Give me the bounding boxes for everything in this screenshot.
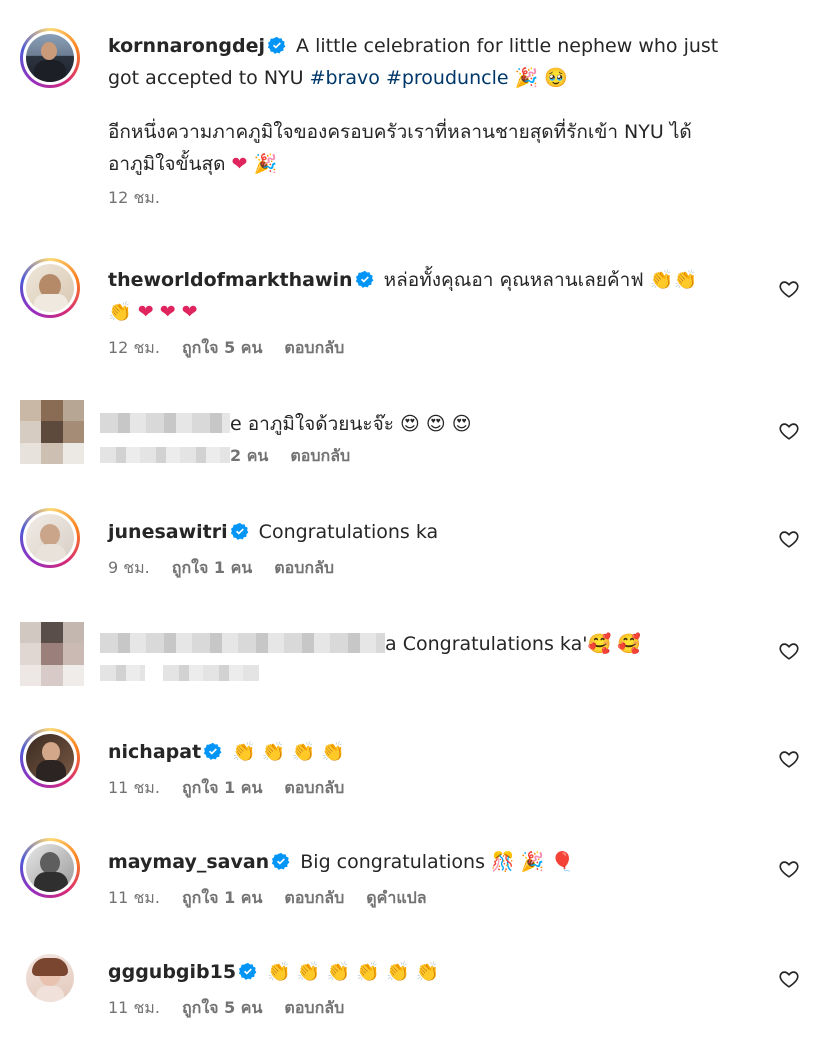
blurred-meta bbox=[100, 447, 230, 463]
post-username[interactable]: kornnarongdej bbox=[108, 35, 265, 57]
reply-button[interactable]: ตอบกลับ bbox=[284, 998, 344, 1017]
avatar[interactable] bbox=[20, 28, 80, 88]
avatar[interactable] bbox=[20, 508, 80, 568]
clapping-hands-icon: 👏 bbox=[673, 269, 698, 291]
avatar[interactable] bbox=[20, 728, 80, 788]
comment-username-suffix[interactable]: e bbox=[230, 413, 242, 435]
verified-badge-icon bbox=[355, 270, 373, 288]
avatar[interactable] bbox=[20, 400, 84, 464]
verified-badge-icon bbox=[267, 36, 286, 54]
verified-badge-icon bbox=[204, 742, 222, 760]
comment-username[interactable]: junesawitri bbox=[108, 521, 228, 543]
comments-panel: kornnarongdej A little celebration for l… bbox=[0, 0, 820, 1049]
clapping-hands-icon: 👏 bbox=[108, 301, 132, 323]
clapping-hands-icon: 👏 bbox=[267, 961, 291, 983]
red-heart-icon: ❤ bbox=[231, 153, 248, 175]
avatar[interactable] bbox=[20, 258, 80, 318]
comment-time[interactable]: 9 ชม. bbox=[108, 558, 150, 577]
caption-text: A little celebration for little nephew w… bbox=[296, 35, 719, 57]
clapping-hands-icon: 👏 bbox=[291, 741, 316, 763]
clapping-hands-icon: 👏 bbox=[356, 961, 380, 983]
red-heart-icon: ❤ bbox=[159, 301, 176, 323]
heart-outline-icon[interactable] bbox=[778, 420, 800, 442]
comment-likes[interactable]: ถูกใจ 1 คน bbox=[172, 558, 252, 577]
comment-likes[interactable]: ถูกใจ 1 คน bbox=[182, 888, 262, 907]
reply-button[interactable]: ตอบกลับ bbox=[284, 888, 344, 907]
caption-thai-2: อาภูมิใจขั้นสุด bbox=[108, 153, 226, 175]
heart-outline-icon[interactable] bbox=[778, 278, 800, 300]
avatar[interactable] bbox=[26, 954, 74, 1002]
clapping-hands-icon: 👏 bbox=[321, 741, 346, 763]
party-popper-icon: 🎉 bbox=[514, 67, 539, 89]
comment-username[interactable]: theworldofmarkthawin bbox=[108, 269, 353, 291]
smiling-face-with-hearts-icon: 🥰 bbox=[587, 633, 612, 655]
see-translation-button[interactable]: ดูคำแปล bbox=[366, 888, 426, 907]
party-popper-icon: 🎉 bbox=[253, 153, 278, 175]
clapping-hands-icon: 👏 bbox=[649, 269, 674, 291]
pleading-face-icon: 🥹 bbox=[544, 67, 568, 89]
clapping-hands-icon: 👏 bbox=[386, 961, 410, 983]
comment-likes[interactable]: ถูกใจ 5 คน bbox=[182, 998, 262, 1017]
heart-outline-icon[interactable] bbox=[778, 858, 800, 880]
heart-outline-icon[interactable] bbox=[778, 968, 800, 990]
heart-eyes-icon: 😍 bbox=[425, 413, 446, 435]
caption-thai-1: อีกหนึ่งความภาคภูมิใจของครอบครัวเราที่หล… bbox=[108, 121, 692, 143]
comment-time[interactable]: 12 ชม. bbox=[108, 338, 160, 357]
clapping-hands-icon: 👏 bbox=[415, 961, 440, 983]
reply-button[interactable]: ตอบกลับ bbox=[284, 338, 344, 357]
post-time[interactable]: 12 ชม. bbox=[108, 188, 160, 207]
comment-username[interactable]: maymay_savan bbox=[108, 851, 269, 873]
clapping-hands-icon: 👏 bbox=[232, 741, 256, 763]
blurred-meta bbox=[163, 665, 259, 681]
comment-username-suffix[interactable]: a bbox=[385, 633, 397, 655]
heart-outline-icon[interactable] bbox=[778, 528, 800, 550]
clapping-hands-icon: 👏 bbox=[296, 961, 321, 983]
verified-badge-icon bbox=[239, 962, 257, 980]
comment-likes[interactable]: 2 คน bbox=[230, 446, 268, 465]
comment-time[interactable]: 11 ชม. bbox=[108, 888, 160, 907]
blurred-username bbox=[100, 413, 230, 433]
confetti-ball-icon: 🎊 bbox=[491, 851, 515, 873]
reply-button[interactable]: ตอบกลับ bbox=[290, 446, 350, 465]
comment-text: หล่อทั้งคุณอา คุณหลานเลยค้าฟ bbox=[383, 269, 644, 291]
red-heart-icon: ❤ bbox=[137, 301, 154, 323]
verified-badge-icon bbox=[230, 522, 248, 540]
red-heart-icon: ❤ bbox=[181, 301, 198, 323]
clapping-hands-icon: 👏 bbox=[326, 961, 351, 983]
comment-username[interactable]: nichapat bbox=[108, 741, 201, 763]
hashtag-link[interactable]: #proudunclе bbox=[386, 67, 509, 89]
party-popper-icon: 🎉 bbox=[520, 851, 545, 873]
balloon-icon: 🎈 bbox=[550, 851, 575, 873]
heart-outline-icon[interactable] bbox=[778, 748, 800, 770]
reply-button[interactable]: ตอบกลับ bbox=[274, 558, 334, 577]
heart-eyes-icon: 😍 bbox=[451, 413, 472, 435]
clapping-hands-icon: 👏 bbox=[261, 741, 286, 763]
blurred-username bbox=[100, 633, 385, 653]
heart-outline-icon[interactable] bbox=[778, 640, 800, 662]
avatar[interactable] bbox=[20, 622, 84, 686]
comment-text: อาภูมิใจด้วยนะจ๊ะ bbox=[247, 413, 394, 435]
comment-time[interactable]: 11 ชม. bbox=[108, 998, 160, 1017]
caption-text-2: got accepted to NYU bbox=[108, 67, 310, 89]
comment-time[interactable]: 11 ชม. bbox=[108, 778, 160, 797]
smiling-face-with-hearts-icon: 🥰 bbox=[617, 633, 641, 655]
verified-badge-icon bbox=[272, 852, 290, 870]
comment-text: Congratulations ka' bbox=[402, 633, 588, 655]
comment-username[interactable]: gggubgib15 bbox=[108, 961, 236, 983]
comment-likes[interactable]: ถูกใจ 5 คน bbox=[182, 338, 262, 357]
comment-likes[interactable]: ถูกใจ 1 คน bbox=[182, 778, 262, 797]
heart-eyes-icon: 😍 bbox=[400, 413, 420, 435]
hashtag-link[interactable]: #bravo bbox=[310, 67, 380, 89]
comment-text: Big congratulations bbox=[300, 851, 485, 873]
reply-button[interactable]: ตอบกลับ bbox=[284, 778, 344, 797]
blurred-meta bbox=[100, 665, 145, 681]
comment-text: Congratulations ka bbox=[258, 521, 439, 543]
avatar[interactable] bbox=[20, 838, 80, 898]
